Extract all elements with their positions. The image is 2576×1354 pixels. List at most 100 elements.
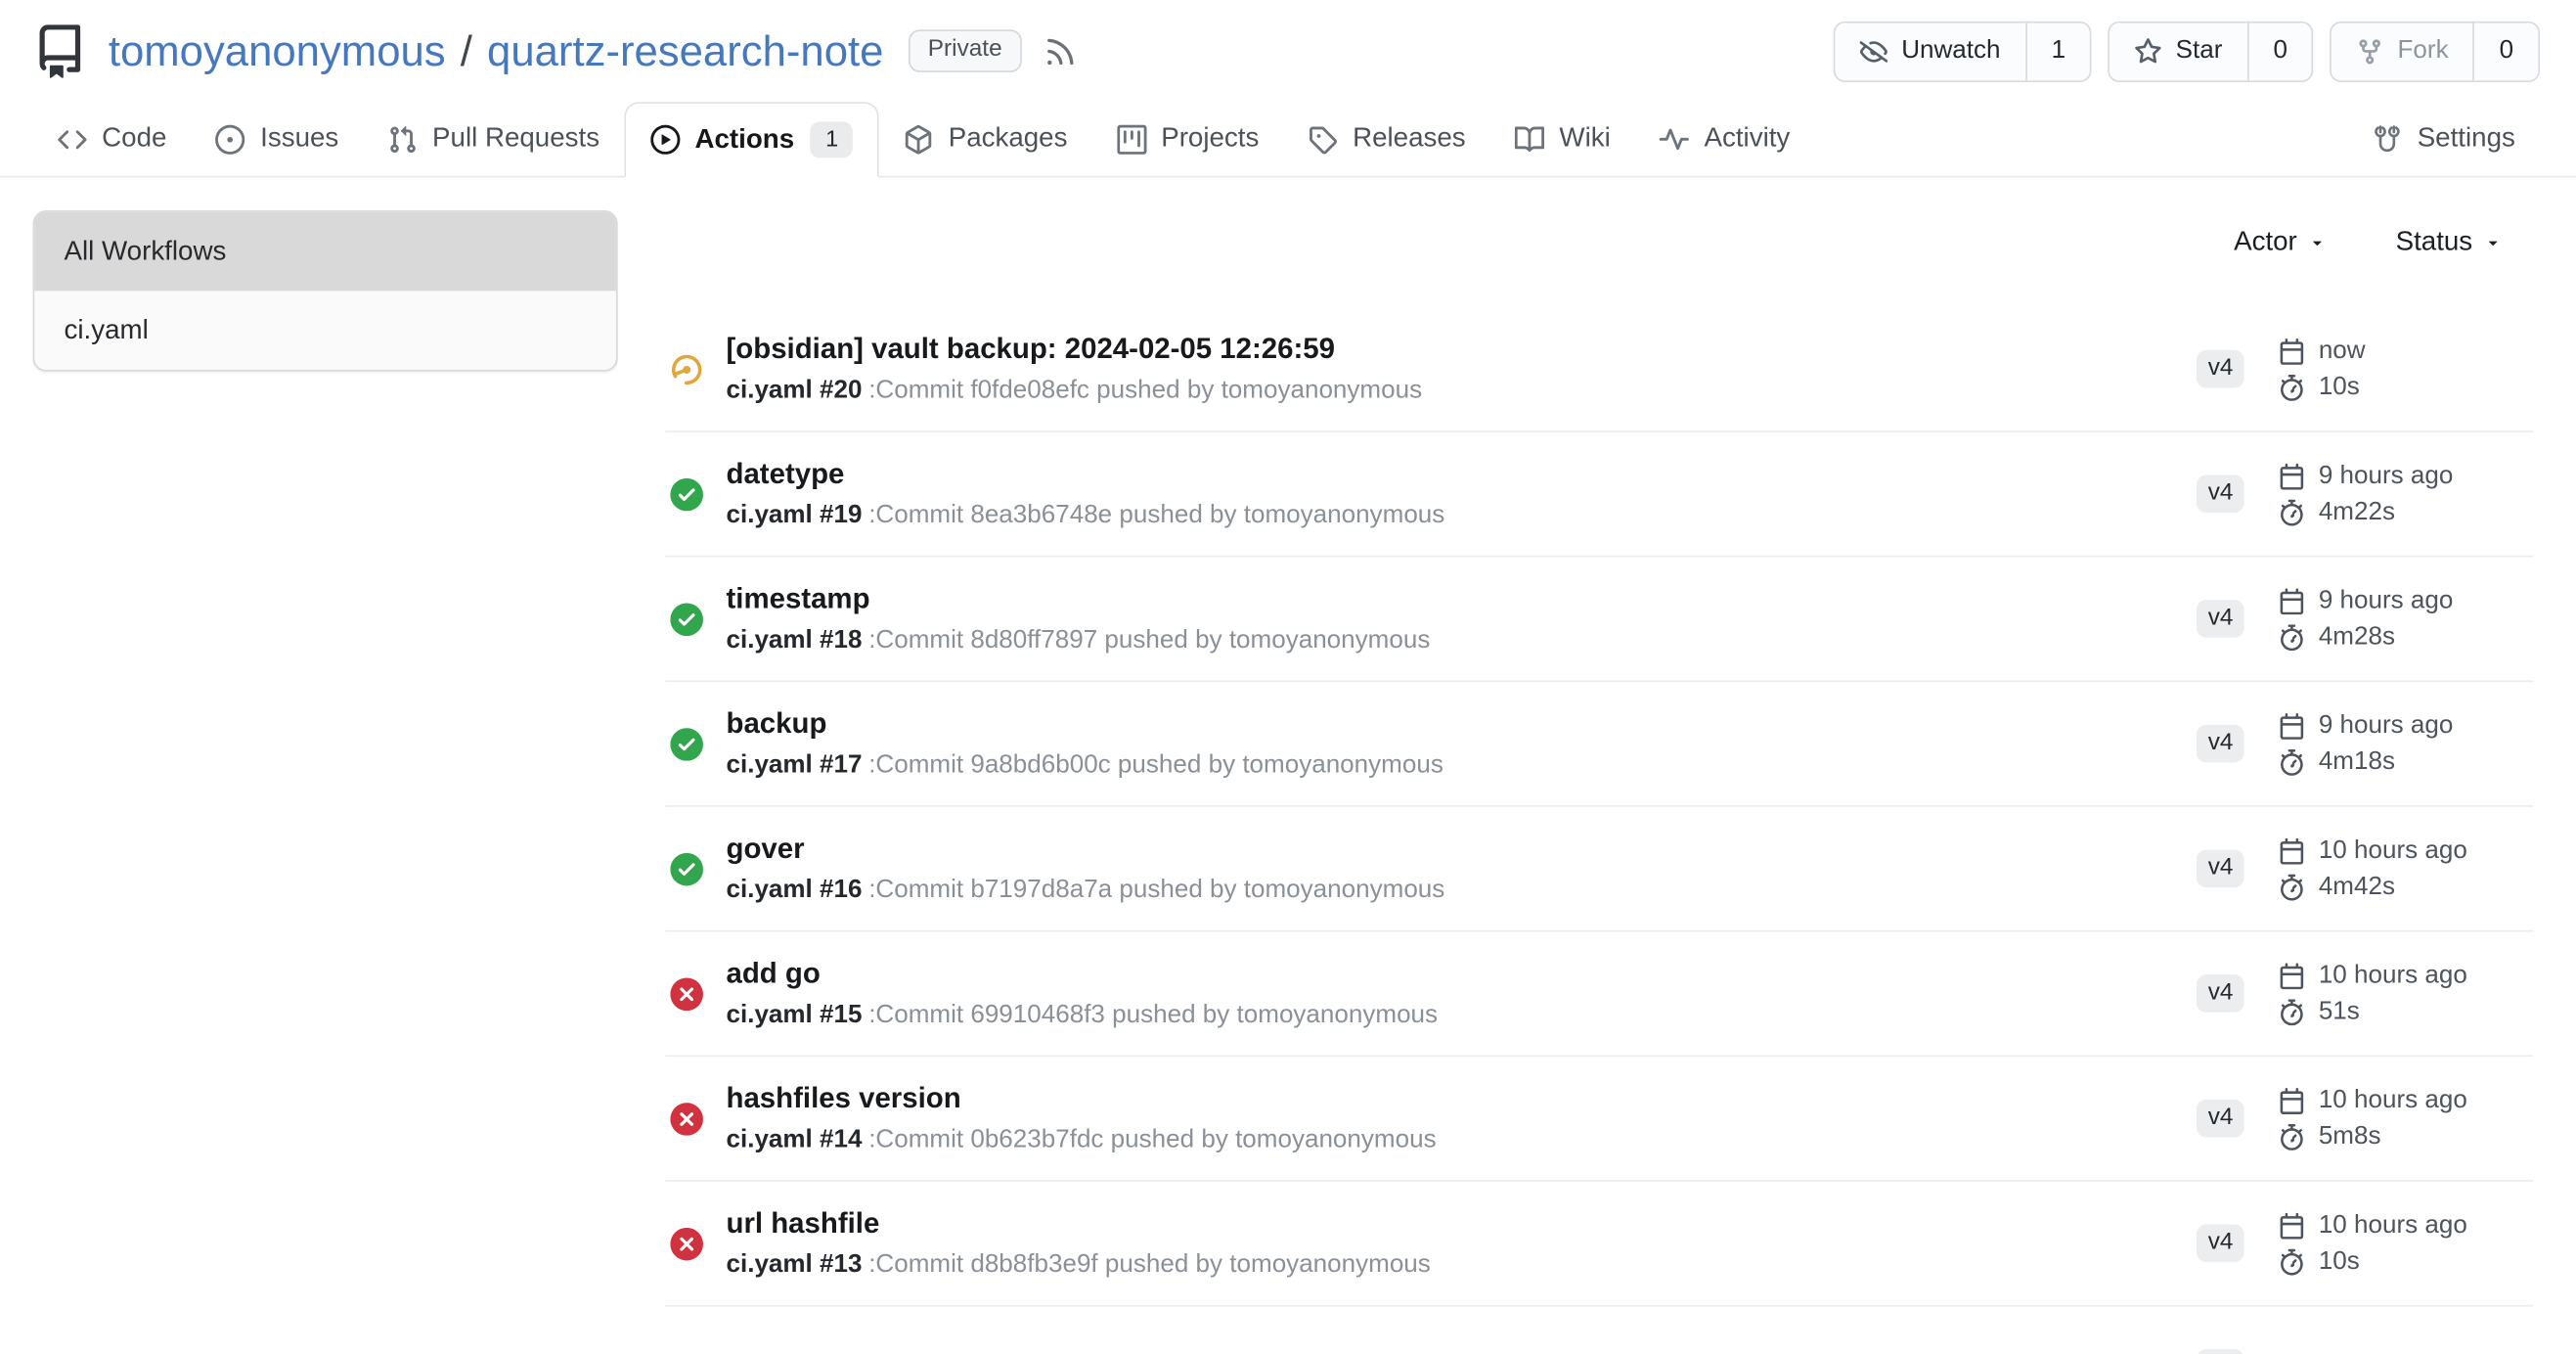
x-circle-icon [670,1227,703,1260]
unwatch-count[interactable]: 1 [2026,23,2090,80]
run-subtitle: ci.yaml #15:Commit 69910468f3 pushed by … [726,998,2196,1033]
stopwatch-icon [2280,1248,2306,1275]
version-badge: v4 [2197,1099,2244,1137]
run-duration: 4m42s [2280,874,2467,900]
run-date: 9 hours ago [2280,588,2454,614]
workflow-run-row[interactable]: add goci.yaml #15:Commit 69910468f3 push… [665,931,2533,1057]
run-date-text: 9 hours ago [2319,713,2454,739]
run-duration: 5m8s [2280,1123,2467,1150]
run-description: :Commit d8b8fb3e9f pushed by tomoyanonym… [868,1251,1431,1280]
sidebar-item-all-workflows[interactable]: All Workflows [34,212,616,292]
star-count[interactable]: 0 [2248,23,2312,80]
run-duration-text: 4m18s [2319,749,2395,775]
run-subtitle: ci.yaml #20:Commit f0fde08efc pushed by … [726,374,2196,409]
status-filter-dropdown[interactable]: Status [2396,227,2503,258]
fork-count[interactable]: 0 [2474,23,2538,80]
workflow-run-row[interactable]: add cache againv410 hours ago [665,1306,2533,1354]
run-duration-text: 10s [2319,1248,2360,1274]
run-title-link[interactable]: add go [726,953,2196,995]
run-filters: Actor Status [2234,227,2502,258]
run-date-text: 9 hours ago [2319,588,2454,613]
run-title-link[interactable]: [obsidian] vault backup: 2024-02-05 12:2… [726,329,2196,371]
run-title-link[interactable]: backup [726,703,2196,745]
run-date: 10 hours ago [2280,1212,2467,1239]
unwatch-button[interactable]: Unwatch [1836,23,2026,80]
tab-activity-label: Activity [1705,123,1791,155]
workflow-run-row[interactable]: datetypeci.yaml #19:Commit 8ea3b6748e pu… [665,432,2533,558]
workflow-run-row[interactable]: backupci.yaml #17:Commit 9a8bd6b00c push… [665,682,2533,807]
stopwatch-icon [2280,874,2306,900]
actions-page-content: All Workflowsci.yaml Actor Status [obsid… [0,177,2576,1354]
run-times: 10 hours ago5m8s [2280,1087,2467,1150]
workflow-run-row[interactable]: gover ci.yaml #16:Commit b7197d8a7a pushe… [665,807,2533,932]
calendar-icon [2280,712,2306,739]
calendar-icon [2280,837,2306,864]
chevron-down-icon [2484,234,2502,251]
run-description: :Commit 69910468f3 pushed by tomoyanonym… [868,1002,1438,1030]
run-title-link[interactable]: gover [726,829,2196,871]
rss-icon[interactable] [1044,33,1078,68]
run-description: :Commit f0fde08efc pushed by tomoyanonym… [868,377,1422,405]
tab-projects[interactable]: Projects [1092,102,1284,176]
workflow-run-row[interactable]: url hashfileci.yaml #13:Commit d8b8fb3e9… [665,1182,2533,1307]
repo-tabbar: Code Issues Pull RequestsActions1PackagesP… [0,102,2576,177]
star-button[interactable]: Star [2110,23,2248,80]
in-progress-icon [670,352,703,385]
tab-releases-label: Releases [1353,123,1466,155]
repo-name-link[interactable]: quartz-research-note [487,25,883,76]
repo-owner-link[interactable]: tomoyanonymous [109,25,446,76]
actor-filter-dropdown[interactable]: Actor [2234,227,2327,258]
run-title-link[interactable]: hashfiles version [726,1078,2196,1120]
stopwatch-icon [2280,374,2306,400]
stopwatch-icon [2280,748,2306,775]
star-button-group: Star0 [2109,21,2314,81]
run-times: now10s [2280,338,2366,400]
run-workflow-ref: ci.yaml #18 [726,627,862,655]
repo-book-icon [33,23,87,77]
tab-code[interactable]: Code [33,102,192,176]
unwatch-button-group: Unwatch1 [1834,21,2092,81]
tab-issues-label: Issues [260,123,338,155]
code-icon [58,124,87,154]
calendar-icon [2280,588,2306,614]
workflow-run-row[interactable]: [obsidian] vault backup: 2024-02-05 12:2… [665,307,2533,432]
run-date: 10 hours ago [2280,837,2467,864]
run-subtitle: ci.yaml #19:Commit 8ea3b6748e pushed by … [726,499,2196,534]
workflow-run-row[interactable]: timestampci.yaml #18:Commit 8d80ff7897 p… [665,557,2533,682]
stopwatch-icon [2280,999,2306,1025]
tab-pull-requests[interactable]: Pull Requests [363,102,624,176]
run-duration: 10s [2280,1248,2467,1275]
run-title-link[interactable]: datetype [726,454,2196,496]
run-title-link[interactable]: url hashfile [726,1203,2196,1245]
tab-settings[interactable]: Settings [2348,102,2540,176]
run-duration-text: 4m22s [2319,499,2395,524]
package-icon [904,124,933,154]
sidebar-item-ci-yaml[interactable]: ci.yaml [34,291,616,370]
tab-actions[interactable]: Actions1 [624,102,879,177]
stopwatch-icon [2280,1123,2306,1150]
tab-wiki[interactable]: Wiki [1490,102,1635,176]
run-workflow-ref: ci.yaml #15 [726,1002,862,1030]
calendar-icon [2280,1087,2306,1113]
tab-activity[interactable]: Activity [1635,102,1815,176]
pull-request-icon [388,124,418,154]
tab-releases[interactable]: Releases [1284,102,1490,176]
play-circle-icon [650,125,680,155]
run-workflow-ref: ci.yaml #16 [726,877,862,905]
run-info: backupci.yaml #17:Commit 9a8bd6b00c push… [726,703,2196,784]
fork-button[interactable]: Fork [2332,23,2474,80]
repo-header: tomoyanonymous / quartz-research-note Pr… [0,0,2576,102]
repo-action-buttons: Unwatch1Star0Fork0 [1834,21,2540,81]
run-info: add goci.yaml #15:Commit 69910468f3 push… [726,953,2196,1033]
workflow-run-row[interactable]: hashfiles versionci.yaml #14:Commit 0b62… [665,1057,2533,1182]
breadcrumb-separator: / [461,25,472,76]
run-times: 9 hours ago 4m18s [2280,712,2454,775]
run-description: :Commit b7197d8a7a pushed by tomoyanonym… [868,877,1444,905]
run-title-link[interactable]: timestamp [726,578,2196,620]
pulse-icon [1660,124,1689,154]
tab-issues[interactable]: Issues [192,102,364,176]
run-title-link[interactable]: add cache again [726,1345,2196,1354]
calendar-icon [2280,463,2306,489]
tab-packages[interactable]: Packages [879,102,1091,176]
version-badge: v4 [2197,1224,2244,1262]
